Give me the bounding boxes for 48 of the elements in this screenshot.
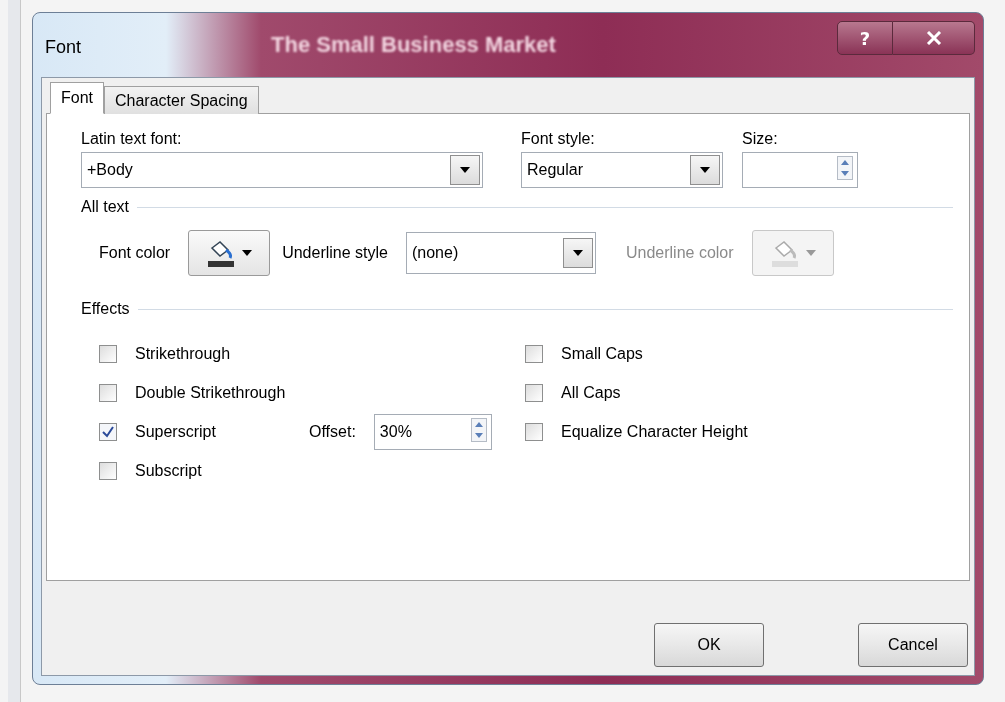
- size-spinner[interactable]: [742, 152, 858, 188]
- field-label: Font color: [99, 244, 171, 262]
- checkbox[interactable]: [525, 422, 543, 441]
- caret-icon: [805, 250, 816, 256]
- field-label: Font style:: [521, 130, 596, 148]
- checkbox[interactable]: [525, 344, 543, 363]
- underline-color-button[interactable]: [751, 230, 834, 276]
- offset-spinner[interactable]: 30%: [373, 413, 492, 450]
- spin-arrows-icon: [837, 156, 853, 180]
- field-label: Underline color: [625, 244, 734, 262]
- help-button[interactable]: ?: [837, 21, 893, 55]
- section-heading: Effects: [81, 300, 130, 318]
- field-label: Size:: [742, 130, 779, 148]
- field-label: Latin text font:: [81, 130, 183, 148]
- checkbox-label: All Caps: [561, 383, 621, 402]
- field-label: Offset:: [309, 422, 356, 441]
- checkbox[interactable]: [99, 383, 117, 402]
- caret-icon: [242, 250, 253, 256]
- checkbox-label: Subscript: [135, 461, 202, 480]
- section-heading: All text: [81, 198, 129, 216]
- checkbox[interactable]: [99, 344, 117, 363]
- field-label: Underline style: [282, 244, 388, 262]
- spin-arrows-icon: [470, 417, 487, 442]
- window-title: Font: [44, 36, 82, 58]
- font-style-dropdown[interactable]: Regular: [521, 152, 723, 188]
- paint-bucket-icon: [769, 238, 800, 268]
- caret-icon: [572, 250, 583, 256]
- close-button[interactable]: [893, 21, 975, 55]
- checkbox-label: Superscript: [135, 422, 216, 441]
- checkbox-label: Double Strikethrough: [135, 383, 286, 402]
- paint-bucket-icon: [206, 238, 237, 268]
- checkbox-label: Equalize Character Height: [561, 422, 748, 441]
- checkbox[interactable]: [99, 461, 117, 480]
- checkbox-label: Strikethrough: [135, 344, 231, 363]
- ok-button[interactable]: OK: [654, 623, 764, 667]
- close-icon: [925, 31, 942, 45]
- caret-icon: [700, 167, 710, 173]
- tab[interactable]: Font: [50, 82, 104, 114]
- tab[interactable]: Character Spacing: [104, 86, 259, 114]
- checkbox[interactable]: [525, 383, 543, 402]
- font-color-button[interactable]: [188, 230, 271, 276]
- document-heading: The Small Business Market: [270, 32, 556, 58]
- checkbox-label: Small Caps: [561, 344, 643, 363]
- font-dropdown[interactable]: +Body: [81, 152, 483, 188]
- underline-style-dropdown[interactable]: (none): [405, 232, 596, 274]
- caret-icon: [460, 167, 470, 173]
- checkbox[interactable]: [99, 422, 117, 441]
- cancel-button[interactable]: Cancel: [858, 623, 968, 667]
